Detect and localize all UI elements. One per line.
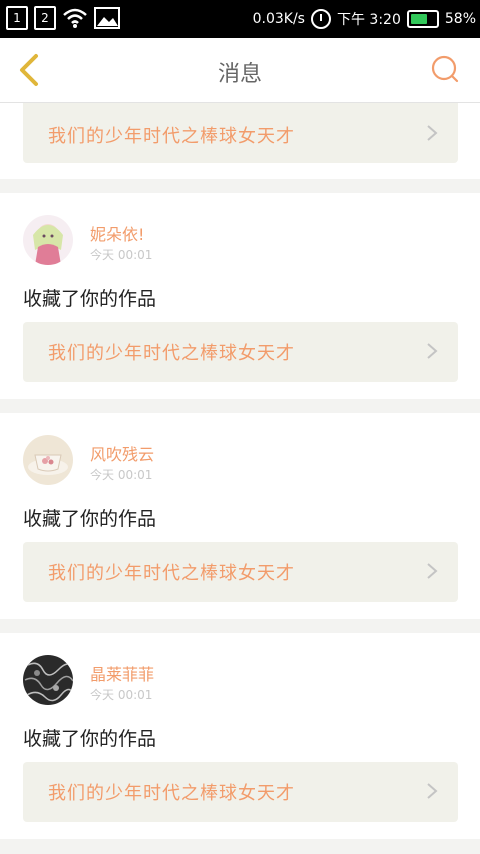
message-list: 我们的少年时代之棒球女天才 妮朵依! 今天 00:01 收藏了你的作品 我们的少… [0,103,480,839]
message-card-partial: 我们的少年时代之棒球女天才 [0,103,480,179]
status-bar: 1 2 0.03K/s 下午 3:20 58% [0,0,480,38]
timestamp: 今天 00:01 [90,468,153,482]
wifi-icon [63,8,87,28]
action-text: 收藏了你的作品 [23,508,157,530]
work-title: 我们的少年时代之棒球女天才 [48,783,295,804]
work-link[interactable]: 我们的少年时代之棒球女天才 [23,542,458,602]
avatar[interactable] [23,435,73,485]
timestamp: 今天 00:01 [90,248,153,262]
username[interactable]: 妮朵依! [90,221,144,245]
battery-icon [406,10,439,28]
chevron-right-icon [427,783,438,799]
avatar[interactable] [23,215,73,265]
username[interactable]: 风吹残云 [90,441,154,465]
battery-percent: 58% [444,11,476,27]
chevron-right-icon [427,343,438,359]
work-link[interactable]: 我们的少年时代之棒球女天才 [23,762,458,822]
action-text: 收藏了你的作品 [23,288,157,310]
action-text: 收藏了你的作品 [23,728,157,750]
sim1-icon: 1 [6,6,28,30]
avatar[interactable] [23,655,73,705]
timestamp: 今天 00:01 [90,688,153,702]
chevron-right-icon [427,125,438,141]
page-title: 消息 [217,62,262,87]
sim2-icon: 2 [34,6,56,30]
header: 消息 [0,38,480,103]
net-speed: 0.03K/s [252,11,305,27]
message-card: 妮朵依! 今天 00:01 收藏了你的作品 我们的少年时代之棒球女天才 [0,193,480,399]
work-title: 我们的少年时代之棒球女天才 [48,126,295,147]
chevron-right-icon [427,563,438,579]
work-title: 我们的少年时代之棒球女天才 [48,343,295,364]
search-icon[interactable] [430,54,460,84]
message-card: 晶莱菲菲 今天 00:01 收藏了你的作品 我们的少年时代之棒球女天才 [0,633,480,839]
status-time: 下午 3:20 [336,12,401,28]
message-card: 风吹残云 今天 00:01 收藏了你的作品 我们的少年时代之棒球女天才 [0,413,480,619]
work-link[interactable]: 我们的少年时代之棒球女天才 [23,322,458,382]
work-link[interactable]: 我们的少年时代之棒球女天才 [23,103,458,163]
alarm-icon [310,9,331,29]
gallery-icon [94,7,120,29]
username[interactable]: 晶莱菲菲 [90,661,154,685]
work-title: 我们的少年时代之棒球女天才 [48,563,295,584]
